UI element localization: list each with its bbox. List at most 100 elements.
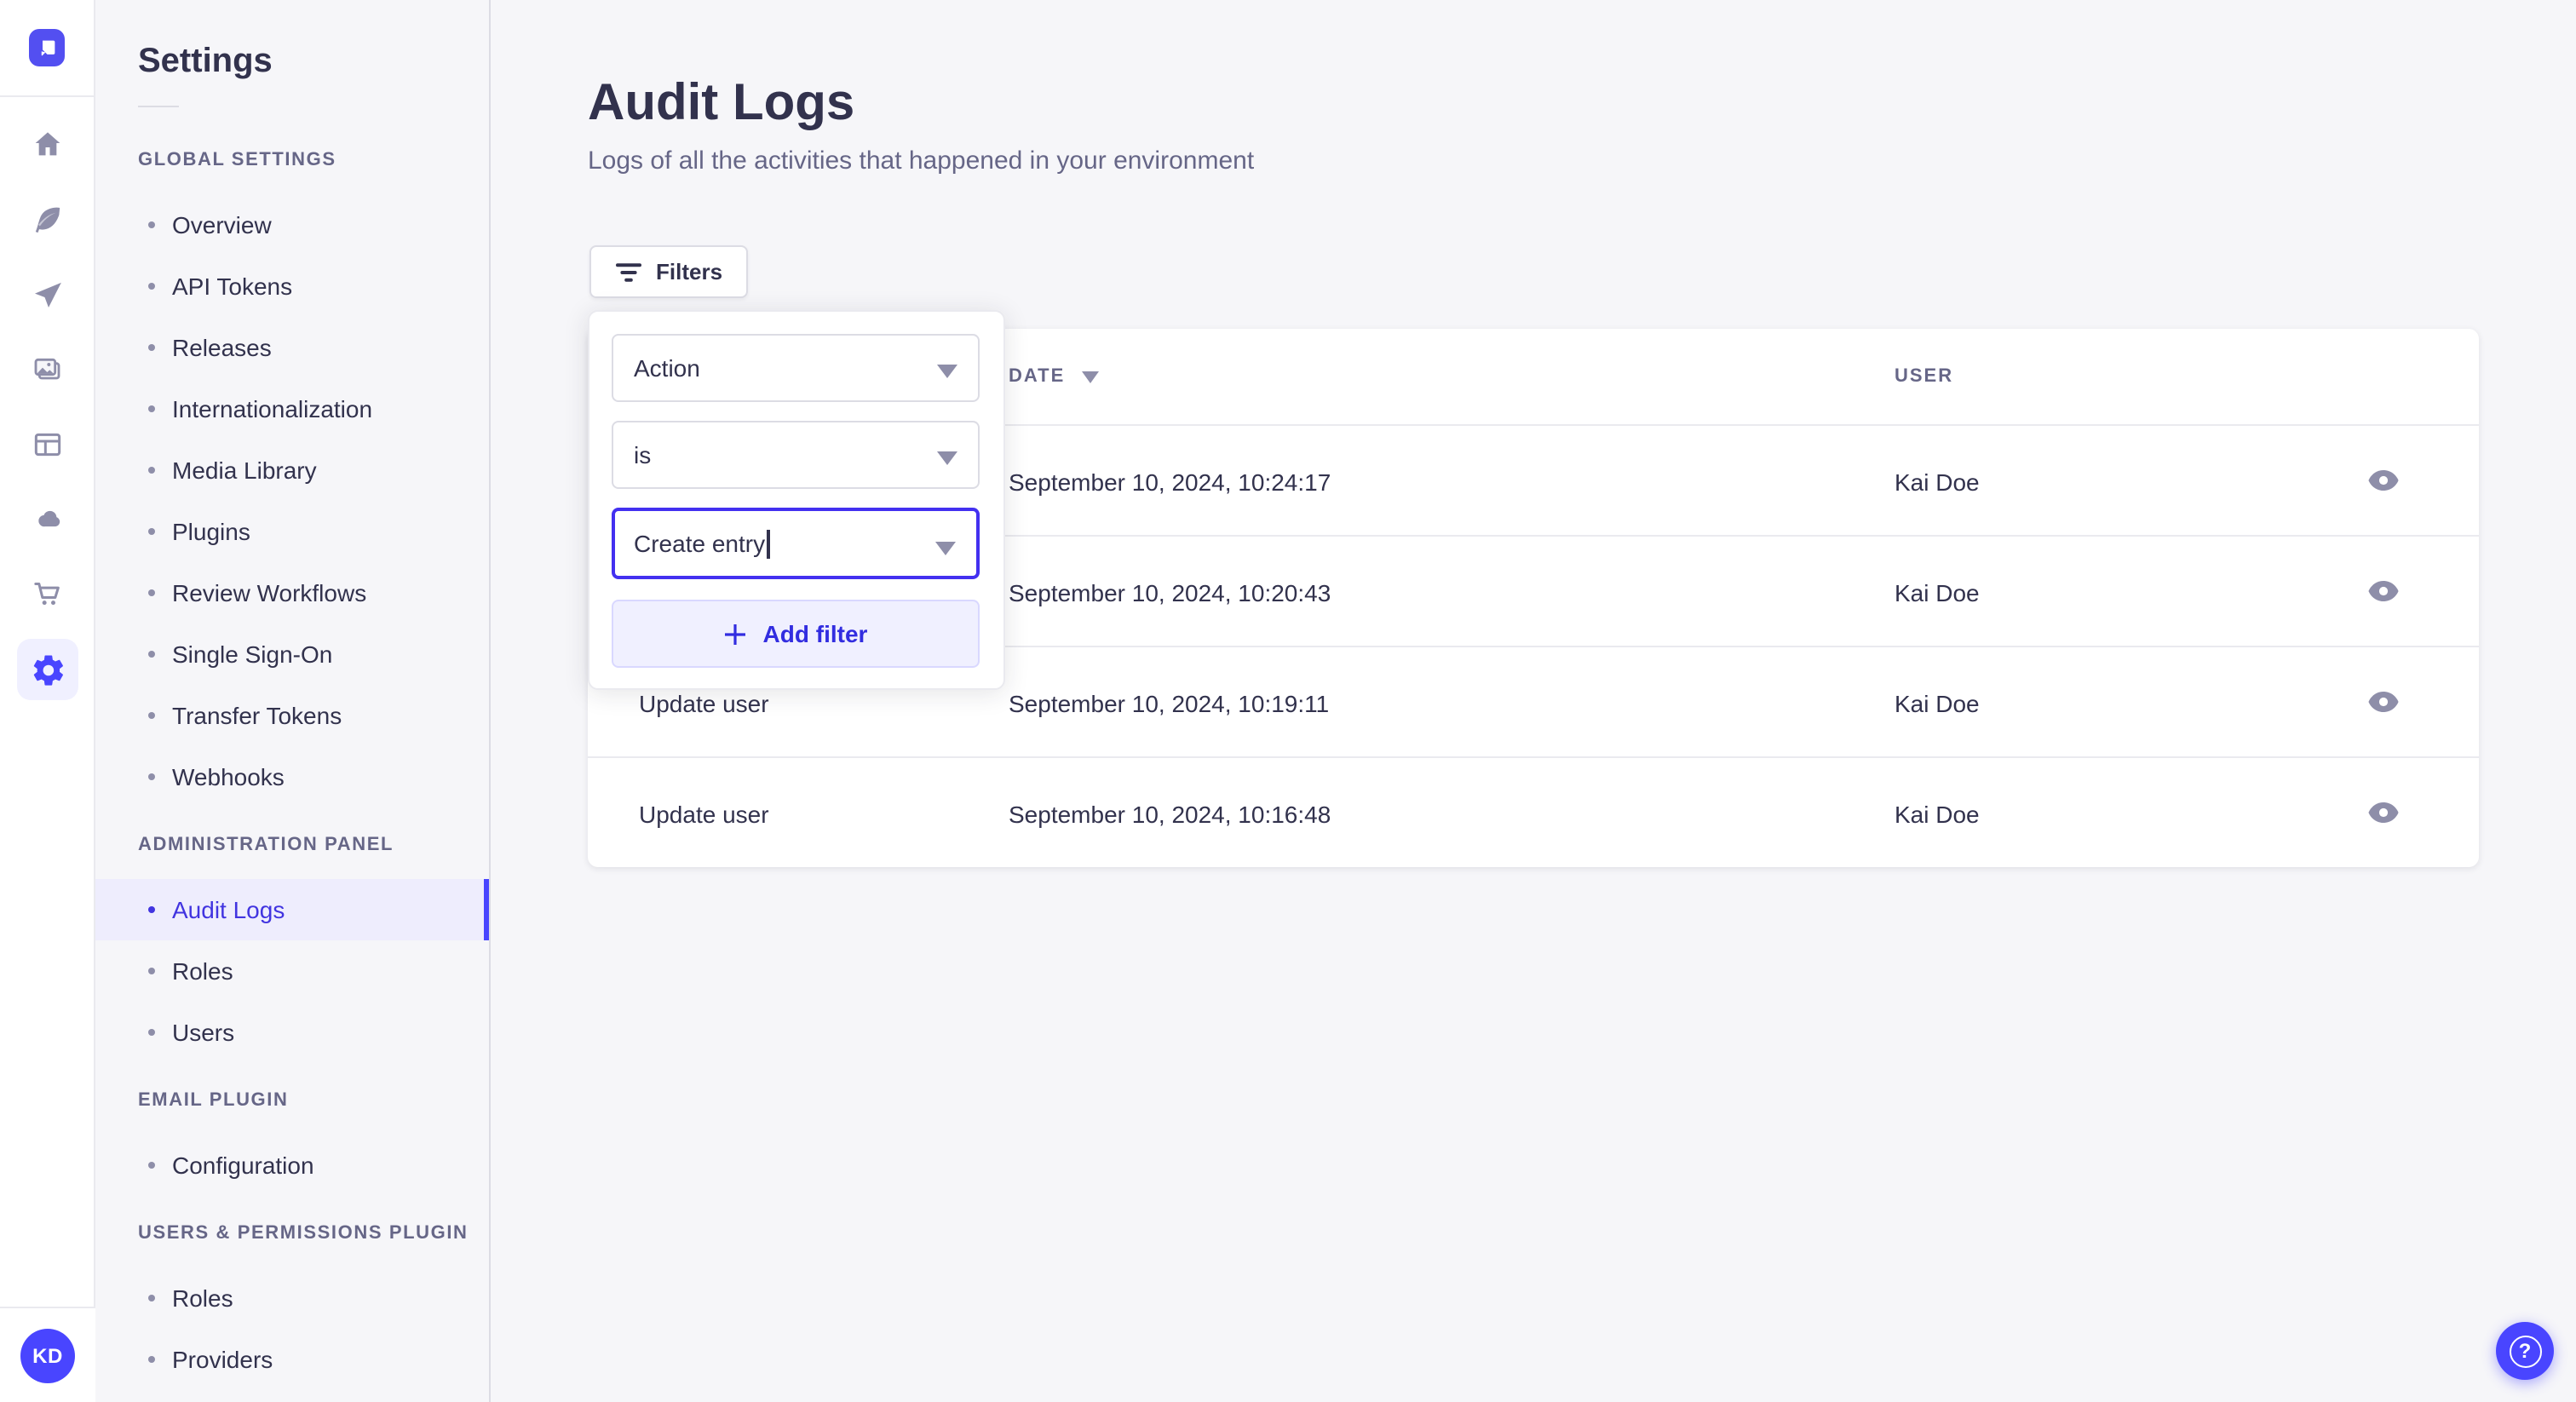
filter-value-text: Create entry <box>634 530 766 557</box>
add-filter-label: Add filter <box>762 620 868 647</box>
bullet-icon <box>148 589 155 596</box>
rail-footer: KD <box>0 1307 95 1402</box>
question-mark-icon: ? <box>2509 1335 2541 1367</box>
sidebar-item-api-tokens[interactable]: API Tokens <box>95 256 489 317</box>
bullet-icon <box>148 528 155 535</box>
table-row: Update user September 10, 2024, 10:16:48… <box>588 756 2479 867</box>
section-label: EMAIL PLUGIN <box>138 1090 289 1111</box>
bullet-icon <box>148 1356 155 1363</box>
strapi-logo-glyph <box>41 39 55 55</box>
cell-user: Kai Doe <box>1895 578 1980 606</box>
chevron-down-icon <box>937 451 957 465</box>
filters-button[interactable]: Filters <box>589 245 749 298</box>
eye-icon <box>2368 802 2399 823</box>
sidebar-item-label: Configuration <box>172 1152 314 1179</box>
strapi-logo-icon[interactable] <box>29 29 65 66</box>
sidenav-title: Settings <box>138 43 273 80</box>
feather-icon[interactable] <box>20 192 75 247</box>
cloud-icon[interactable] <box>20 492 75 547</box>
section-label: GLOBAL SETTINGS <box>138 150 336 170</box>
bullet-icon <box>148 906 155 913</box>
sidebar-item-up-providers[interactable]: Providers <box>95 1329 489 1390</box>
cell-date: September 10, 2024, 10:16:48 <box>1009 800 1331 827</box>
eye-icon <box>2368 581 2399 601</box>
sidebar-item-internationalization[interactable]: Internationalization <box>95 378 489 440</box>
filter-field-value: Action <box>634 354 700 382</box>
paper-plane-icon[interactable] <box>20 267 75 322</box>
filter-operator-select[interactable]: is <box>612 421 980 489</box>
sidebar-item-label: Plugins <box>172 518 250 545</box>
filter-field-select[interactable]: Action <box>612 334 980 402</box>
layout-icon[interactable] <box>20 417 75 472</box>
sidebar-item-label: Webhooks <box>172 763 285 790</box>
sidebar-item-admin-users[interactable]: Users <box>95 1002 489 1063</box>
cell-action: Update user <box>639 800 769 827</box>
cell-user: Kai Doe <box>1895 800 1980 827</box>
cell-date: September 10, 2024, 10:24:17 <box>1009 468 1331 495</box>
help-button[interactable]: ? <box>2496 1322 2554 1380</box>
bullet-icon <box>148 221 155 228</box>
sidebar-item-label: Single Sign-On <box>172 641 333 668</box>
column-header-date-label: DATE <box>1009 366 1066 387</box>
add-filter-button[interactable]: Add filter <box>612 600 980 668</box>
gear-icon[interactable] <box>17 639 78 700</box>
view-details-button[interactable] <box>2360 789 2407 836</box>
bullet-icon <box>148 1295 155 1301</box>
sidebar-item-label: Media Library <box>172 457 317 484</box>
media-library-icon[interactable] <box>20 342 75 397</box>
bullet-icon <box>148 1029 155 1036</box>
sidebar-item-review-workflows[interactable]: Review Workflows <box>95 562 489 623</box>
bullet-icon <box>148 968 155 974</box>
bullet-icon <box>148 405 155 412</box>
sidebar-item-email-configuration[interactable]: Configuration <box>95 1135 489 1196</box>
rail-icon-list <box>0 118 95 721</box>
chevron-down-icon <box>935 542 956 555</box>
view-details-button[interactable] <box>2360 567 2407 615</box>
section-label: USERS & PERMISSIONS PLUGIN <box>138 1223 469 1244</box>
sidebar-item-up-roles[interactable]: Roles <box>95 1267 489 1329</box>
bullet-icon <box>148 283 155 290</box>
settings-sidenav: Settings GLOBAL SETTINGS Overview API To… <box>95 0 491 1402</box>
sidebar-item-webhooks[interactable]: Webhooks <box>95 746 489 807</box>
sidebar-item-overview[interactable]: Overview <box>95 194 489 256</box>
icon-rail: KD <box>0 0 95 1402</box>
filter-popover: Action is Create entry Add filter <box>588 310 1005 690</box>
bullet-icon <box>148 467 155 474</box>
section-label: ADMINISTRATION PANEL <box>138 835 394 855</box>
sidebar-item-label: Review Workflows <box>172 579 367 606</box>
cart-icon[interactable] <box>20 567 75 622</box>
cell-date: September 10, 2024, 10:19:11 <box>1009 689 1330 716</box>
sidebar-item-single-sign-on[interactable]: Single Sign-On <box>95 623 489 685</box>
sidebar-item-label: Providers <box>172 1346 273 1373</box>
sidebar-item-media-library[interactable]: Media Library <box>95 440 489 501</box>
sidebar-item-label: API Tokens <box>172 273 293 300</box>
page-subtitle: Logs of all the activities that happened… <box>588 147 1255 175</box>
eye-icon <box>2368 692 2399 712</box>
sidebar-item-plugins[interactable]: Plugins <box>95 501 489 562</box>
text-cursor <box>767 529 770 558</box>
bullet-icon <box>148 344 155 351</box>
plus-icon <box>724 623 745 644</box>
sidebar-item-transfer-tokens[interactable]: Transfer Tokens <box>95 685 489 746</box>
home-icon[interactable] <box>20 118 75 172</box>
eye-icon <box>2368 470 2399 491</box>
avatar[interactable]: KD <box>20 1328 75 1382</box>
cell-user: Kai Doe <box>1895 468 1980 495</box>
view-details-button[interactable] <box>2360 678 2407 726</box>
column-header-user: USER <box>1895 366 1954 387</box>
filter-value-input[interactable]: Create entry <box>612 508 980 579</box>
bullet-icon <box>148 1162 155 1169</box>
sidebar-item-releases[interactable]: Releases <box>95 317 489 378</box>
filter-operator-value: is <box>634 441 652 468</box>
sidebar-item-audit-logs[interactable]: Audit Logs <box>95 879 489 940</box>
sidebar-item-label: Transfer Tokens <box>172 702 342 729</box>
cell-date: September 10, 2024, 10:20:43 <box>1009 578 1331 606</box>
column-header-date[interactable]: DATE <box>1009 329 1100 424</box>
chevron-down-icon <box>937 365 957 378</box>
view-details-button[interactable] <box>2360 457 2407 504</box>
bullet-icon <box>148 712 155 719</box>
filters-button-label: Filters <box>656 259 723 284</box>
section-global-settings: GLOBAL SETTINGS Overview API Tokens Rele… <box>95 150 489 807</box>
bullet-icon <box>148 773 155 780</box>
sidebar-item-admin-roles[interactable]: Roles <box>95 940 489 1002</box>
